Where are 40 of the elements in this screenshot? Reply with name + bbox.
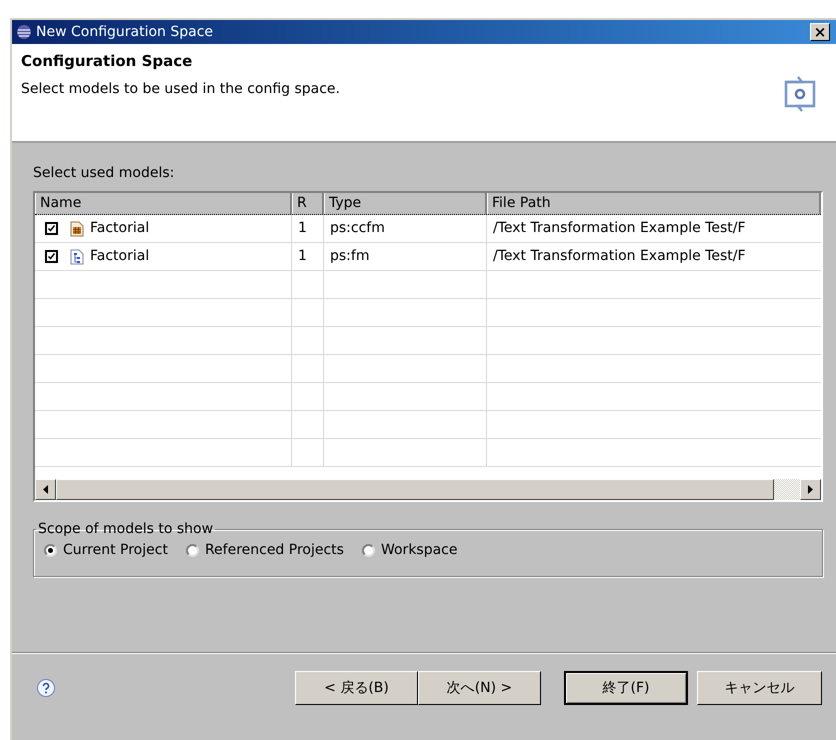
table-cell-text: Factorial [90, 247, 150, 266]
check-icon [47, 252, 56, 261]
close-button[interactable]: × [810, 23, 830, 41]
scroll-left-button[interactable] [35, 479, 56, 500]
globe-icon [16, 24, 32, 40]
window-title: New Configuration Space [36, 22, 214, 42]
dialog-button[interactable]: 終了(F) [564, 671, 688, 705]
table-cell-text: /Text Transformation Example Test/F [493, 247, 746, 266]
grid-file-icon [70, 220, 84, 236]
table-cell-text: 1 [298, 219, 307, 238]
right-arrow-icon [808, 485, 813, 494]
column-header[interactable]: Type [324, 193, 487, 214]
radio-button[interactable] [362, 544, 375, 557]
header-title: Configuration Space [21, 51, 194, 72]
group-label: Scope of models to show [37, 520, 214, 539]
left-arrow-icon [43, 485, 48, 494]
row-checkbox[interactable] [45, 250, 58, 263]
radio-option[interactable]: Current Project [44, 540, 168, 561]
row-checkbox[interactable] [45, 222, 58, 235]
column-header[interactable]: Name [35, 193, 292, 214]
check-icon [47, 224, 56, 233]
table-cell-text: ps:fm [330, 247, 370, 266]
radio-button[interactable] [186, 544, 199, 557]
radio-option[interactable]: Referenced Projects [186, 540, 344, 561]
radio-option[interactable]: Workspace [362, 540, 458, 561]
table-cell-text: ps:ccfm [330, 219, 385, 238]
table-cell-text: /Text Transformation Example Test/F [493, 219, 746, 238]
dialog-button[interactable]: キャンセル [697, 671, 822, 705]
dialog-button[interactable]: 次へ(N) > [418, 671, 541, 705]
help-icon[interactable] [36, 678, 56, 698]
table-label: Select used models: [33, 164, 176, 183]
column-header[interactable]: R [292, 193, 324, 214]
column-header[interactable]: File Path [487, 193, 821, 214]
table-cell-text: Factorial [90, 219, 150, 238]
dialog-button[interactable]: < 戻る(B) [295, 671, 418, 705]
radio-button[interactable] [44, 544, 57, 557]
header-description: Select models to be used in the config space. [21, 80, 340, 98]
table-cell-text: 1 [298, 247, 307, 266]
tree-file-icon [70, 248, 84, 264]
scroll-right-button[interactable] [800, 479, 821, 500]
